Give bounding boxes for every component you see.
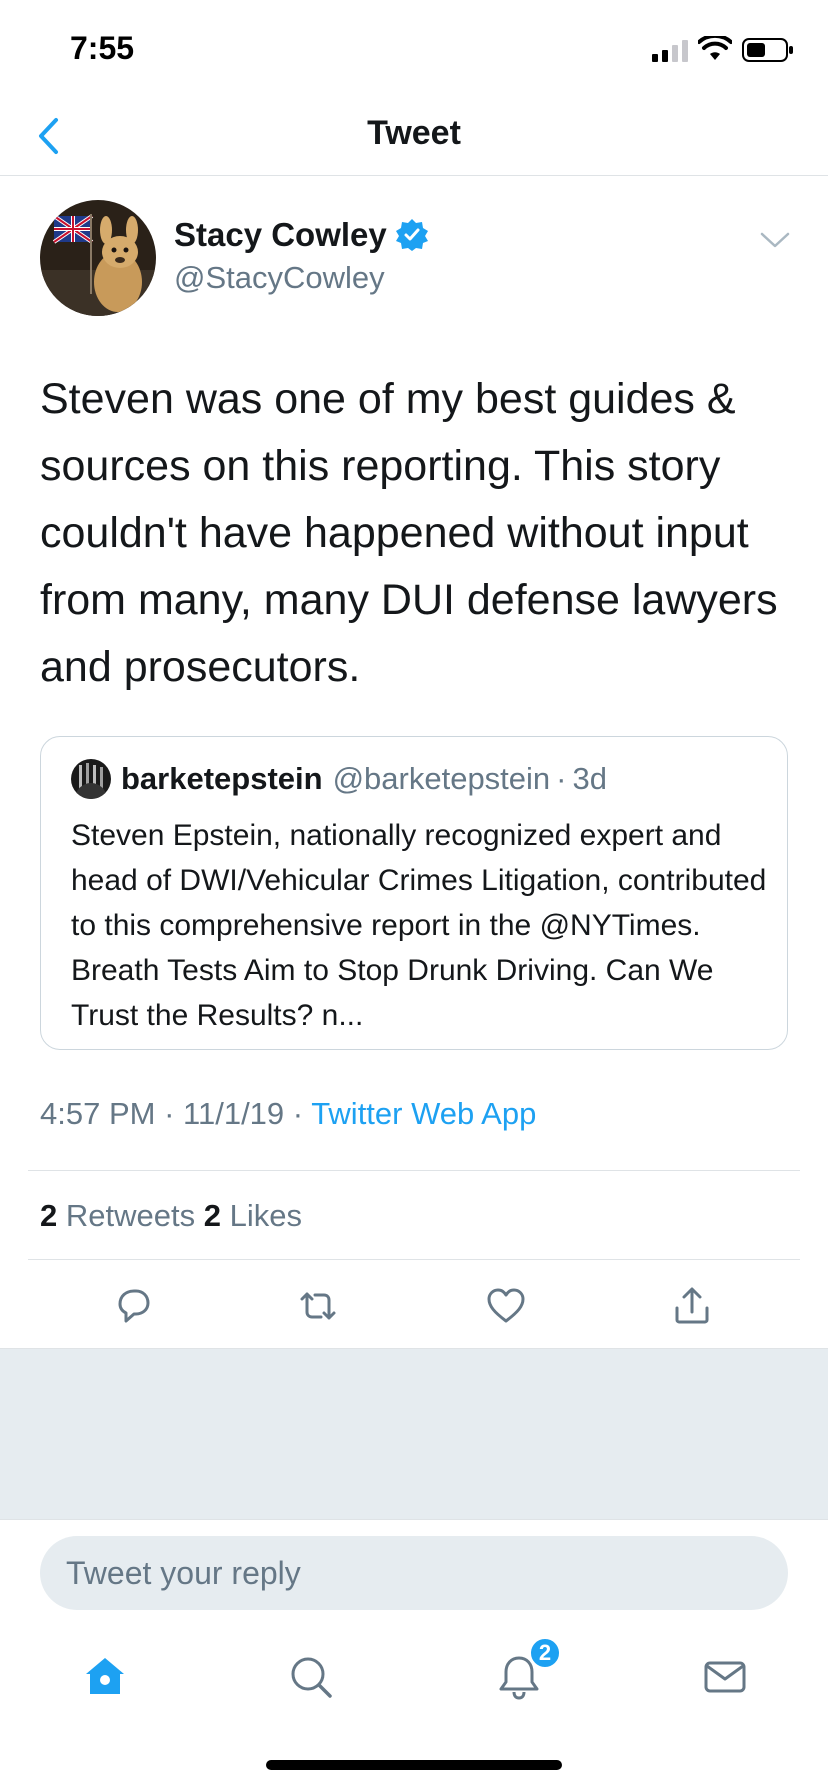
quoted-author-handle: @barketepstein <box>332 761 551 796</box>
tweet-actions <box>0 1266 828 1350</box>
home-indicator <box>266 1760 562 1770</box>
likes-label: Likes <box>229 1198 302 1233</box>
notifications-badge: 2 <box>528 1636 562 1670</box>
tweet-meta: 4:57 PM · 11/1/19 · Twitter Web App <box>40 1096 536 1132</box>
status-bar: 7:55 <box>0 0 828 100</box>
quoted-tweet-card[interactable]: barketepstein @barketepstein · 3d Steven… <box>40 736 788 1050</box>
chevron-down-icon[interactable] <box>758 228 792 252</box>
avatar-image <box>40 200 156 316</box>
quoted-avatar-image <box>71 759 111 799</box>
replies-area <box>0 1348 828 1520</box>
like-icon[interactable] <box>482 1282 530 1330</box>
page-title: Tweet <box>367 114 461 152</box>
author-name-text: Stacy Cowley <box>174 216 387 253</box>
tweet-time: 4:57 PM <box>40 1096 156 1131</box>
avatar[interactable] <box>40 200 156 316</box>
meta-separator: · <box>292 1096 304 1131</box>
home-icon[interactable] <box>78 1650 132 1704</box>
share-icon[interactable] <box>668 1282 716 1330</box>
retweets-stat[interactable]: 2 Retweets <box>40 1198 195 1233</box>
quoted-author-name: barketepstein <box>121 761 323 796</box>
divider <box>28 1170 800 1171</box>
retweets-count: 2 <box>40 1198 58 1233</box>
author-name[interactable]: Stacy Cowley <box>174 216 429 254</box>
quoted-tweet-header: barketepstein @barketepstein · 3d <box>71 759 607 799</box>
tweet-text: Steven was one of my best guides & sourc… <box>40 375 778 691</box>
quoted-separator: · <box>556 761 567 796</box>
likes-stat[interactable]: 2 Likes <box>204 1198 302 1233</box>
cellular-signal-icon <box>652 40 688 62</box>
messages-icon[interactable] <box>698 1650 752 1704</box>
quoted-time: 3d <box>572 761 607 796</box>
meta-separator: · <box>164 1096 175 1131</box>
tweet-author: Stacy Cowley @StacyCowley <box>40 200 800 320</box>
battery-icon <box>742 38 793 62</box>
status-time: 7:55 <box>70 30 135 66</box>
tweet-date: 11/1/19 <box>183 1096 285 1131</box>
reply-input[interactable] <box>40 1536 788 1610</box>
divider <box>28 1259 800 1260</box>
reply-icon[interactable] <box>110 1282 158 1330</box>
tweet-stats: 2 Retweets 2 Likes <box>40 1198 302 1234</box>
verified-badge-icon <box>395 219 428 251</box>
wifi-icon <box>698 36 732 60</box>
search-icon[interactable] <box>284 1650 338 1704</box>
reply-composer[interactable] <box>40 1536 788 1610</box>
retweet-icon[interactable] <box>294 1282 342 1330</box>
quoted-tweet-text: Steven Epstein, nationally recognized ex… <box>71 819 767 1032</box>
likes-count: 2 <box>203 1198 221 1233</box>
retweets-label: Retweets <box>65 1198 196 1233</box>
quoted-avatar <box>71 759 111 799</box>
author-handle: @StacyCowley <box>174 260 385 295</box>
nav-bar: Tweet <box>0 100 828 176</box>
source-app-link[interactable]: Twitter Web App <box>311 1096 536 1131</box>
tab-bar <box>0 1630 828 1740</box>
